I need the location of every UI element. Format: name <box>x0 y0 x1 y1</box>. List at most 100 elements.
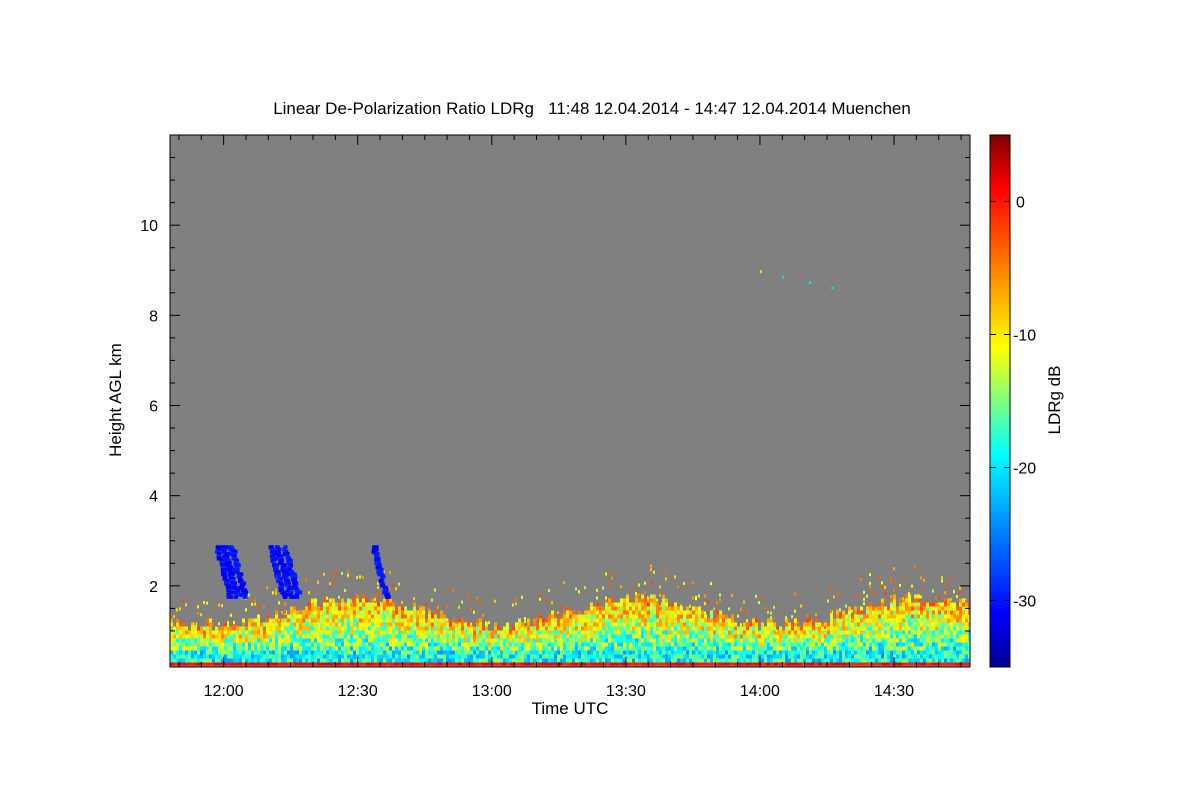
ldr-cell <box>956 658 959 663</box>
ldr-cell <box>476 630 479 635</box>
ldr-cell <box>347 570 349 574</box>
ldr-cell <box>389 587 391 591</box>
ldr-cell <box>413 626 416 631</box>
ldr-cell <box>370 662 374 666</box>
ldr-cell <box>798 662 802 666</box>
ldr-cell <box>575 630 578 635</box>
ldr-cell <box>358 662 362 666</box>
ldr-cell <box>281 622 284 627</box>
ldr-cell <box>368 614 371 619</box>
ldr-cell <box>305 626 308 631</box>
ldr-cell <box>239 634 242 639</box>
ldr-cell <box>425 642 428 647</box>
ldr-cell <box>218 646 221 651</box>
ldr-cell <box>605 596 607 600</box>
ldr-cell <box>845 634 848 639</box>
ldr-cell <box>488 650 491 655</box>
ldr-cell <box>881 654 884 659</box>
ldr-cell <box>899 610 902 615</box>
ldr-cell <box>668 614 671 619</box>
ldr-cell <box>935 658 938 663</box>
ldr-cell <box>308 610 311 615</box>
ldr-cell <box>719 614 722 619</box>
ldr-cell <box>662 630 665 635</box>
ldr-cell <box>905 638 908 643</box>
ldr-cell <box>767 642 770 647</box>
ldr-cell <box>632 650 635 655</box>
ldr-cell <box>848 622 851 627</box>
ldr-cell <box>536 630 539 635</box>
y-tick-label: 6 <box>149 399 158 416</box>
ldr-cell <box>890 650 893 655</box>
ldr-cell <box>629 638 632 643</box>
ldr-cell <box>914 638 917 643</box>
ldr-cell <box>677 614 680 619</box>
ldr-cell <box>722 630 725 635</box>
ldr-cell <box>761 646 764 651</box>
ldr-cell <box>341 650 344 655</box>
ldr-cell <box>800 654 803 659</box>
ldr-cell <box>695 622 698 627</box>
ldr-cell <box>572 610 575 615</box>
ldr-cell <box>470 630 473 635</box>
ldr-cell <box>620 630 623 635</box>
ldr-cell <box>392 650 395 655</box>
ldr-cell <box>293 610 296 615</box>
ldr-cell <box>371 654 374 659</box>
ldr-cell <box>287 622 290 627</box>
ldr-cell <box>260 626 263 631</box>
ldr-cell <box>953 654 956 659</box>
ldr-cell <box>458 638 461 643</box>
ldr-cell <box>272 634 275 639</box>
ldr-cell <box>287 634 290 639</box>
ldr-cell <box>833 626 836 631</box>
ldr-cell <box>632 658 635 663</box>
ldr-cell <box>806 654 809 659</box>
ldr-cell <box>746 634 749 639</box>
ldr-cell <box>683 626 686 631</box>
ldr-cell <box>755 626 758 631</box>
ldr-cell <box>227 658 230 663</box>
ldr-cell <box>254 602 256 606</box>
ldr-cell <box>464 634 467 639</box>
ldr-cell <box>713 658 716 663</box>
ldr-cell <box>200 650 203 655</box>
ldr-cell <box>197 658 200 663</box>
ldr-cell <box>191 650 194 655</box>
ldr-cell <box>590 650 593 655</box>
ldr-cell <box>338 658 341 663</box>
ldr-cell <box>296 650 299 655</box>
ldr-cell <box>755 630 758 635</box>
ldr-cell <box>575 587 577 591</box>
ldr-cell <box>581 654 584 659</box>
ldr-cell <box>380 646 383 651</box>
ldr-cell <box>569 658 572 663</box>
ldr-cell <box>173 634 176 639</box>
ldr-cell <box>380 650 383 655</box>
ldr-cell <box>680 610 683 615</box>
ldr-cell <box>458 605 460 609</box>
ldr-cell <box>488 658 491 663</box>
ldr-cell <box>683 638 686 643</box>
ldr-cell <box>404 618 407 623</box>
ldr-cell <box>728 646 731 651</box>
ldr-cell <box>338 606 341 611</box>
ldr-cell <box>851 609 853 613</box>
ldr-cell <box>230 630 233 635</box>
ldr-cell <box>806 638 809 643</box>
ldr-cell <box>506 642 509 647</box>
ldr-cell <box>665 606 668 611</box>
ldr-cell <box>887 626 890 631</box>
ldr-cell <box>170 662 174 666</box>
ldr-cell <box>569 614 572 619</box>
ldr-cell <box>935 642 938 647</box>
ldr-cell <box>785 638 788 643</box>
ldr-cell <box>809 281 812 285</box>
ldr-cell <box>578 622 581 627</box>
ldr-cell <box>920 654 923 659</box>
ldr-cell <box>917 598 920 603</box>
ldr-cell <box>347 618 350 623</box>
ldr-cell <box>344 602 347 607</box>
ldr-cell <box>671 642 674 647</box>
ldr-cell <box>773 638 776 643</box>
